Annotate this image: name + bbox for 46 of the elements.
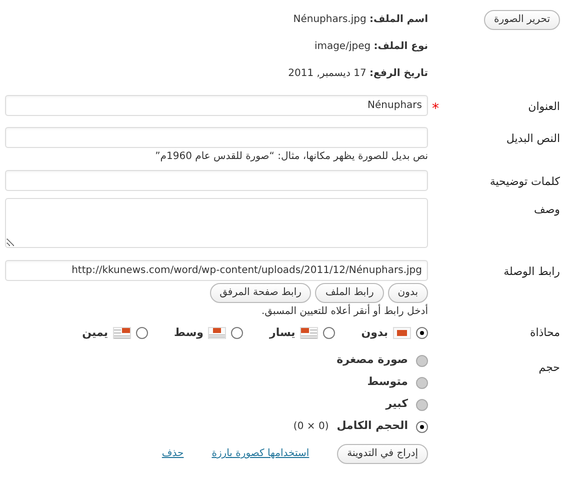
- link-preset-button[interactable]: بدون: [388, 283, 428, 303]
- alignment-icon: [393, 327, 411, 340]
- required-mark: *: [432, 100, 439, 119]
- file-info-value: image/jpeg: [314, 41, 371, 52]
- radio-button[interactable]: [416, 327, 428, 340]
- radio-button[interactable]: [231, 327, 244, 340]
- field-label: النص البديل: [506, 131, 560, 147]
- text-field[interactable]: [5, 170, 428, 191]
- option-label: متوسط: [367, 374, 408, 390]
- field-label: العنوان: [528, 99, 560, 115]
- field-label: وصف: [534, 202, 560, 218]
- option-label: بدون: [361, 325, 388, 341]
- radio-button[interactable]: [136, 327, 148, 340]
- file-info-label: اسم الملف:: [370, 14, 428, 25]
- option-label: كبير: [386, 396, 408, 412]
- link-preset-button[interactable]: رابط صفحة المرفق: [210, 283, 312, 303]
- field-label: كلمات توضيحية: [490, 174, 560, 190]
- alignment-icon: [300, 327, 318, 340]
- action-link[interactable]: استخدامها كصورة بارزة: [212, 446, 310, 461]
- option-label: يسار: [269, 325, 296, 341]
- edit-image-button[interactable]: تحرير الصورة: [484, 10, 560, 30]
- help-text: نص بديل للصورة يظهر مكانها، مثال: “صورة للقدس عام 1960م”: [154, 150, 428, 163]
- description-field[interactable]: [5, 198, 428, 248]
- option-label: الحجم الكامل: [336, 418, 408, 434]
- file-info-value: Nénuphars.jpg: [293, 14, 366, 25]
- option-label: وسط: [174, 325, 204, 341]
- text-field[interactable]: [5, 127, 428, 148]
- radio-button[interactable]: [323, 327, 336, 340]
- radio-button[interactable]: [416, 420, 428, 432]
- insert-into-post-button[interactable]: إدراج في التدوينة: [337, 444, 428, 464]
- file-info-label: نوع الملف:: [374, 41, 428, 52]
- field-label: رابط الوصلة: [504, 264, 560, 280]
- option-label: يمين: [82, 325, 108, 341]
- link-preset-button[interactable]: رابط الملف: [315, 283, 384, 303]
- link-url-field[interactable]: http://kkunews.com/word/wp-content/uploads/2011/12/Nénuphars.jpg: [5, 260, 428, 281]
- field-label: حجم: [538, 360, 560, 374]
- field-label: محاذاة: [530, 326, 560, 339]
- alignment-icon: [208, 327, 226, 340]
- file-info-label: تاريخ الرفع:: [370, 68, 428, 79]
- help-text: أدخل رابط أو أنقر أعلاه للتعيين المسبق.: [260, 305, 428, 318]
- option-label: صورة مصغرة: [336, 352, 408, 368]
- action-link[interactable]: حذف: [162, 446, 184, 461]
- alignment-icon: [113, 327, 132, 340]
- dimensions-text: (0 × 0): [293, 420, 329, 434]
- file-info-value: 17 ديسمبر, 2011: [288, 68, 366, 79]
- text-field[interactable]: Nénuphars: [5, 95, 428, 116]
